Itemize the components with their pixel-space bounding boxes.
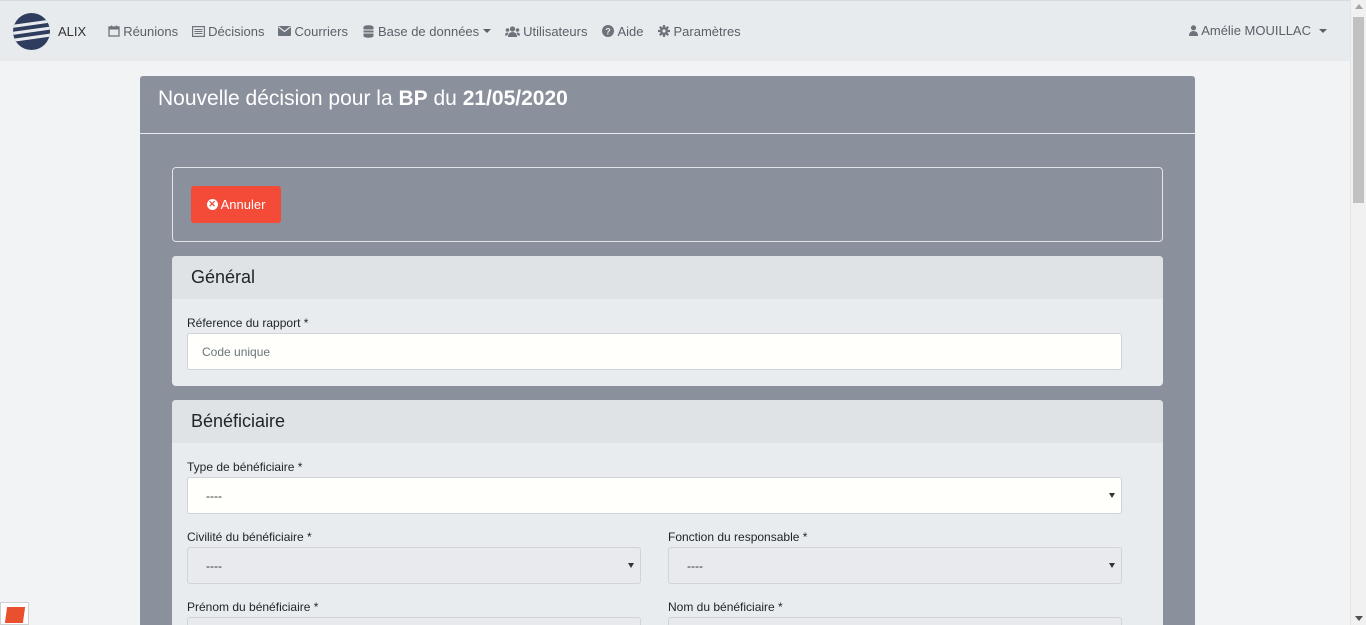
nav-item-decisions[interactable]: Décisions [192, 24, 264, 39]
nav-item-reunions[interactable]: Réunions [107, 24, 178, 39]
nav-item-parametres[interactable]: Paramètres [657, 23, 741, 39]
gear-icon [657, 25, 670, 38]
section-heading: Bénéficiaire [172, 400, 1163, 443]
top-navbar: ALIX Réunions Décisions Courriers Base d… [0, 0, 1350, 61]
actions-panel: ✕ Annuler [172, 167, 1163, 242]
brand[interactable]: ALIX [13, 12, 87, 50]
select-arrow-icon [1109, 563, 1115, 568]
nav-label: Aide [617, 23, 644, 39]
cancel-button[interactable]: ✕ Annuler [191, 186, 281, 223]
chevron-down-icon [1319, 28, 1327, 33]
calendar-icon [107, 25, 120, 38]
nav-label: Paramètres [673, 23, 741, 39]
select-arrow-icon [628, 563, 634, 568]
card-header: Nouvelle décision pour la BP du 21/05/20… [140, 76, 1195, 134]
user-menu[interactable]: Amélie MOUILLAC [1189, 23, 1327, 38]
nav-label: Utilisateurs [523, 23, 588, 39]
section-heading: Général [172, 256, 1163, 299]
envelope-icon [278, 25, 292, 38]
nav-item-courriers[interactable]: Courriers [278, 23, 348, 39]
nav-label: Courriers [294, 23, 348, 39]
question-circle-icon: ? [601, 25, 614, 38]
database-icon [362, 24, 375, 38]
users-icon [505, 25, 521, 38]
brand-name: ALIX [58, 23, 87, 39]
page-scrollbar[interactable] [1350, 0, 1366, 625]
fonction-label: Fonction du responsable * [668, 530, 808, 544]
section-general: Général Réference du rapport * Code uniq… [172, 256, 1163, 386]
prenom-input[interactable] [187, 617, 641, 625]
civilite-select[interactable]: ---- [187, 547, 641, 584]
select-arrow-icon [1109, 493, 1115, 498]
user-name: Amélie MOUILLAC [1201, 23, 1311, 38]
svg-text:?: ? [605, 27, 611, 37]
civilite-label: Civilité du bénéficiaire * [187, 530, 312, 544]
nav-label: Réunions [123, 23, 179, 39]
list-alt-icon [192, 25, 206, 38]
widget-icon[interactable] [0, 602, 29, 625]
page-title: Nouvelle décision pour la BP du 21/05/20… [158, 87, 568, 110]
prenom-label: Prénom du bénéficiaire * [187, 600, 319, 614]
nom-label: Nom du bénéficiaire * [668, 600, 783, 614]
scroll-thumb[interactable] [1353, 17, 1364, 203]
type-select[interactable]: ---- [187, 477, 1122, 514]
reference-input[interactable]: Code unique [187, 333, 1122, 370]
nav-label: Décisions [208, 23, 265, 39]
alix-logo-icon [13, 12, 50, 50]
type-label: Type de bénéficiaire * [187, 460, 303, 474]
nav-item-aide[interactable]: ? Aide [601, 24, 643, 39]
nav-label: Base de données [377, 23, 480, 39]
reference-label: Réference du rapport * [187, 316, 309, 330]
reference-placeholder: Code unique [202, 344, 271, 359]
nom-input[interactable] [668, 617, 1122, 625]
main-nav: Réunions Décisions Courriers Base de don… [107, 24, 755, 39]
section-beneficiaire: Bénéficiaire Type de bénéficiaire * ----… [172, 400, 1163, 625]
times-circle-icon: ✕ [206, 199, 218, 210]
chevron-down-icon [483, 29, 492, 33]
nav-item-base-de-donnees[interactable]: Base de données [362, 23, 492, 39]
scroll-down-icon[interactable] [1355, 616, 1363, 621]
nav-item-utilisateurs[interactable]: Utilisateurs [505, 24, 587, 39]
decision-form-card: Nouvelle décision pour la BP du 21/05/20… [140, 76, 1195, 625]
scroll-up-icon[interactable] [1355, 4, 1363, 9]
user-icon [1189, 25, 1199, 36]
fonction-select[interactable]: ---- [668, 547, 1122, 584]
